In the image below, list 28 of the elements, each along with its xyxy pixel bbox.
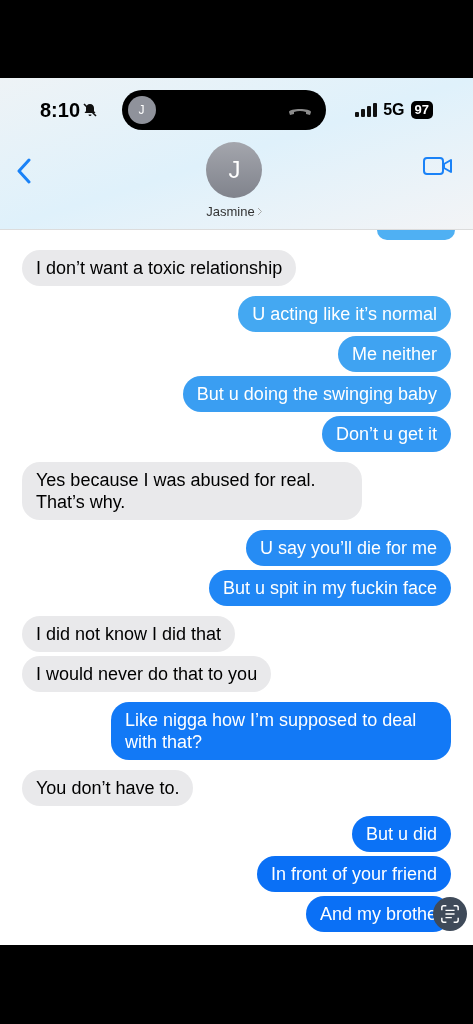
received-message: I did not know I did that xyxy=(22,616,236,652)
bell-slash-icon xyxy=(82,102,99,118)
live-text-icon xyxy=(440,904,460,924)
received-message: I would never do that to you xyxy=(22,656,272,692)
chevron-icon xyxy=(256,207,263,217)
sent-message: Me neither xyxy=(337,336,451,372)
received-message: Yes because I was abused for real. That’s why. xyxy=(22,462,362,520)
caller-avatar: J xyxy=(127,96,156,124)
clock-time: 8:10 xyxy=(40,98,81,123)
contact-name-link[interactable]: Jasmine xyxy=(206,202,263,222)
back-icon[interactable] xyxy=(16,158,32,184)
sent-message: In front of your friend xyxy=(256,856,451,892)
video-camera-icon[interactable] xyxy=(423,156,453,176)
sent-message: U acting like it’s normal xyxy=(238,296,451,332)
received-message: You don’t have to. xyxy=(22,770,194,806)
battery-indicator: 97 xyxy=(410,101,433,119)
sent-message: U say you’ll die for me xyxy=(245,530,451,566)
sent-message: Don’t u get it xyxy=(321,416,451,452)
sent-message: But u doing the swinging baby xyxy=(182,376,451,412)
sent-message: But u spit in my fuckin face xyxy=(208,570,451,606)
signal-icon xyxy=(355,103,378,117)
network-type: 5G xyxy=(383,100,405,120)
sent-message: Like nigga how I’m supposed to deal with that? xyxy=(111,702,451,760)
call-pill[interactable]: J xyxy=(121,90,326,130)
live-text-button[interactable] xyxy=(433,897,467,931)
sent-message: But u did xyxy=(351,816,451,852)
received-message: I don’t want a toxic relationship xyxy=(22,250,297,286)
contact-avatar[interactable]: J xyxy=(206,142,263,198)
